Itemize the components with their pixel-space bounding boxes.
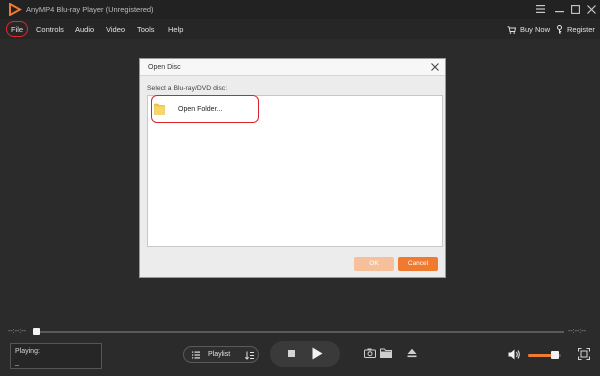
- menu-controls[interactable]: Controls: [36, 25, 64, 34]
- dialog-prompt-label: Select a Blu-ray/DVD disc:: [147, 85, 228, 92]
- app-logo-icon: [9, 3, 22, 16]
- menu-icon[interactable]: [534, 3, 546, 15]
- menu-tools[interactable]: Tools: [137, 25, 155, 34]
- menu-help[interactable]: Help: [168, 25, 183, 34]
- register-label: Register: [567, 25, 595, 34]
- key-icon: [557, 25, 562, 34]
- open-disc-dialog: Open Disc Select a Blu-ray/DVD disc: Ope…: [139, 58, 446, 278]
- minimize-icon[interactable]: [553, 3, 565, 15]
- list-icon: [192, 351, 200, 359]
- register-link[interactable]: Register: [556, 25, 595, 34]
- file-menu-highlight: [6, 21, 28, 37]
- dialog-title-bar: Open Disc: [140, 59, 445, 76]
- sort-icon[interactable]: [245, 351, 254, 360]
- maximize-icon[interactable]: [569, 3, 581, 15]
- buy-now-link[interactable]: Buy Now: [507, 25, 550, 34]
- close-icon[interactable]: [585, 3, 597, 15]
- buy-now-label: Buy Now: [520, 25, 551, 34]
- eject-icon[interactable]: [407, 348, 417, 358]
- now-playing-box: Playing: _: [10, 343, 102, 369]
- play-icon[interactable]: [312, 347, 323, 360]
- menu-video[interactable]: Video: [106, 25, 125, 34]
- dialog-close-icon[interactable]: [429, 61, 441, 73]
- playing-value: _: [15, 359, 19, 366]
- transport-controls: [270, 341, 340, 367]
- ok-button[interactable]: OK: [354, 257, 394, 271]
- playing-label: Playing:: [15, 348, 40, 355]
- time-elapsed: --:--:--: [8, 328, 26, 335]
- stop-icon[interactable]: [288, 350, 295, 357]
- fullscreen-icon[interactable]: [578, 348, 590, 360]
- snapshot-folder-icon[interactable]: [380, 348, 392, 358]
- menu-audio[interactable]: Audio: [75, 25, 94, 34]
- progress-track[interactable]: [33, 331, 564, 333]
- cart-icon: [507, 25, 516, 34]
- open-folder-highlight: [151, 95, 259, 123]
- title-bar: AnyMP4 Blu-ray Player (Unregistered): [0, 0, 600, 19]
- volume-handle[interactable]: [551, 351, 559, 359]
- playlist-label: Playlist: [208, 351, 231, 358]
- camera-icon[interactable]: [364, 348, 376, 358]
- window-title: AnyMP4 Blu-ray Player (Unregistered): [26, 5, 154, 14]
- time-total: --:--:--: [568, 328, 586, 335]
- volume-icon[interactable]: [508, 349, 521, 360]
- dialog-title: Open Disc: [148, 64, 181, 71]
- playlist-button[interactable]: Playlist: [183, 346, 259, 363]
- cancel-button[interactable]: Cancel: [398, 257, 438, 271]
- progress-handle[interactable]: [33, 328, 40, 335]
